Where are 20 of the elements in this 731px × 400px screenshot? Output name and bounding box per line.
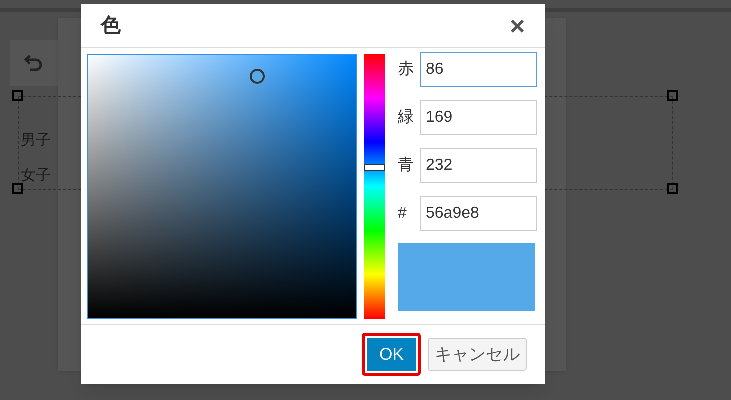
cancel-button[interactable]: キャンセル [428, 338, 527, 371]
hue-slider-thumb[interactable] [364, 164, 385, 171]
field-label: # [398, 204, 408, 224]
dialog-title: 色 [101, 14, 121, 38]
input-field[interactable]: 169 [420, 100, 537, 135]
field-label: 赤 [398, 60, 414, 80]
selection-handle [12, 90, 23, 101]
ok-button[interactable]: OK [362, 333, 421, 376]
input-field[interactable]: 56a9e8 [420, 196, 537, 231]
field-label: 緑 [398, 108, 414, 128]
field-label: 青 [398, 156, 414, 176]
undo-icon [24, 54, 44, 72]
selection-handle [667, 183, 678, 194]
picker-cursor[interactable] [250, 69, 265, 84]
close-button[interactable]: × [510, 12, 525, 38]
selection-handle [667, 90, 678, 101]
input-field[interactable]: 232 [420, 148, 537, 183]
hue-slider[interactable] [364, 54, 385, 319]
input-field[interactable]: 86 [420, 52, 537, 87]
selection-handle [12, 183, 23, 194]
